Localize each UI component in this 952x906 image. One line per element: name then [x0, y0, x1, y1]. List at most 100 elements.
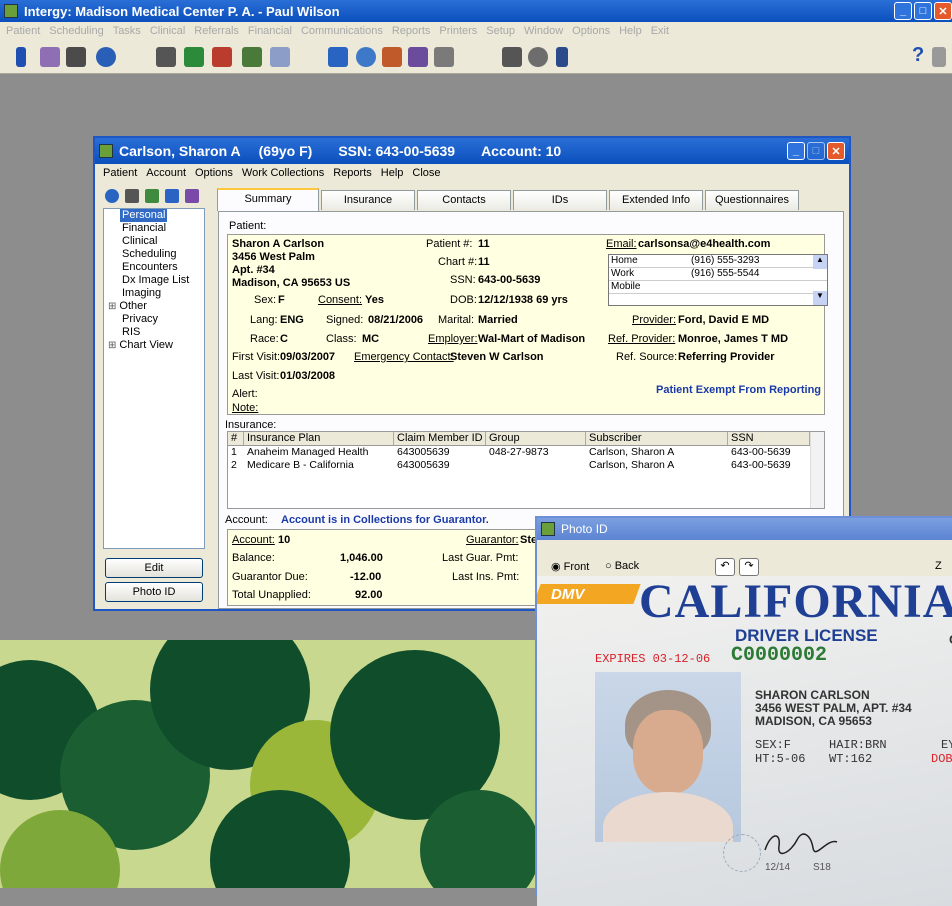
photo-id-button[interactable]: Photo ID [105, 582, 203, 602]
photo-titlebar[interactable]: Photo ID [537, 518, 952, 540]
chart-icon[interactable] [145, 189, 159, 203]
column-header[interactable]: Group [486, 432, 586, 445]
minimize-icon[interactable]: _ [894, 2, 912, 20]
column-header[interactable]: SSN [728, 432, 810, 445]
employer-label[interactable]: Employer: [428, 333, 478, 345]
rotate-right-icon[interactable]: ↷ [739, 558, 759, 576]
note-label[interactable]: Note: [232, 402, 258, 414]
mail-icon[interactable] [270, 47, 290, 67]
tab-summary[interactable]: Summary [217, 188, 319, 211]
email-label[interactable]: Email: [606, 238, 637, 250]
lab-icon[interactable] [165, 189, 179, 203]
menu-clinical[interactable]: Clinical [150, 25, 185, 37]
scroll-down-icon[interactable]: ▼ [813, 291, 827, 305]
menu-printers[interactable]: Printers [439, 25, 477, 37]
tree-item-financial[interactable]: Financial [104, 222, 204, 235]
user-icon[interactable] [556, 47, 568, 67]
tree-item-scheduling[interactable]: Scheduling [104, 248, 204, 261]
minimize-icon[interactable]: _ [787, 142, 805, 160]
table-row[interactable]: 2 Medicare B - California 643005639 Carl… [228, 459, 824, 472]
menu-reports[interactable]: Reports [392, 25, 431, 37]
app-titlebar[interactable]: Intergy: Madison Medical Center P. A. - … [0, 0, 952, 22]
tree-item-clinical[interactable]: Clinical [104, 235, 204, 248]
chart-icon[interactable] [40, 47, 60, 67]
pmenu-options[interactable]: Options [195, 167, 233, 179]
search-icon[interactable] [105, 189, 119, 203]
table-scrollbar[interactable] [810, 432, 824, 508]
tab-ids[interactable]: IDs [513, 190, 607, 210]
tab-insurance[interactable]: Insurance [321, 190, 415, 210]
ledger-icon[interactable] [212, 47, 232, 67]
insurance-table[interactable]: # Insurance Plan Claim Member ID Group S… [227, 431, 825, 509]
patient-titlebar[interactable]: Carlson, Sharon A (69yo F) SSN: 643-00-5… [95, 138, 849, 164]
pmenu-help[interactable]: Help [381, 167, 404, 179]
rx-icon[interactable] [185, 189, 199, 203]
tree-item-privacy[interactable]: Privacy [104, 313, 204, 326]
column-header[interactable]: # [228, 432, 244, 445]
edit-button[interactable]: Edit [105, 558, 203, 578]
tab-extended-info[interactable]: Extended Info [609, 190, 703, 210]
consent-label[interactable]: Consent: [318, 294, 362, 306]
ledger-icon[interactable] [125, 189, 139, 203]
column-header[interactable]: Insurance Plan [244, 432, 394, 445]
license-footer-date: 12/14 [765, 862, 791, 873]
pmenu-close[interactable]: Close [412, 167, 440, 179]
column-header[interactable]: Claim Member ID [394, 432, 486, 445]
front-radio[interactable]: ◉ Front [551, 560, 589, 573]
tab-contacts[interactable]: Contacts [417, 190, 511, 210]
payment-icon[interactable] [184, 47, 204, 67]
menu-exit[interactable]: Exit [651, 25, 669, 37]
menu-referrals[interactable]: Referrals [194, 25, 239, 37]
patient-icon[interactable] [16, 47, 26, 67]
ref-provider-label[interactable]: Ref. Provider: [608, 333, 675, 345]
maximize-icon[interactable]: □ [914, 2, 932, 20]
menu-options[interactable]: Options [572, 25, 610, 37]
tree-item-imaging[interactable]: Imaging [104, 287, 204, 300]
pmenu-account[interactable]: Account [146, 167, 186, 179]
tree-item-dx-image-list[interactable]: Dx Image List [104, 274, 204, 287]
calendar-icon[interactable] [66, 47, 86, 67]
exit-icon[interactable] [932, 47, 946, 67]
lab-icon[interactable] [328, 47, 348, 67]
tab-questionnaires[interactable]: Questionnaires [705, 190, 799, 210]
document-icon[interactable] [434, 47, 454, 67]
help-icon[interactable]: ? [912, 44, 924, 67]
scroll-up-icon[interactable]: ▲ [813, 255, 827, 269]
maximize-icon[interactable]: □ [807, 142, 825, 160]
column-header[interactable]: Subscriber [586, 432, 728, 445]
menu-communications[interactable]: Communications [301, 25, 383, 37]
billing-icon[interactable] [156, 47, 176, 67]
guarantor-label[interactable]: Guarantor: [466, 534, 519, 546]
tree-item-ris[interactable]: RIS [104, 326, 204, 339]
menu-scheduling[interactable]: Scheduling [49, 25, 103, 37]
pmenu-work-collections[interactable]: Work Collections [242, 167, 324, 179]
timer-icon[interactable] [96, 47, 116, 67]
menu-tasks[interactable]: Tasks [113, 25, 141, 37]
tree-item-encounters[interactable]: Encounters [104, 261, 204, 274]
pmenu-reports[interactable]: Reports [333, 167, 372, 179]
virus-icon[interactable] [356, 47, 376, 67]
search-icon[interactable] [528, 47, 548, 67]
close-icon[interactable]: ✕ [934, 2, 952, 20]
close-icon[interactable]: ✕ [827, 142, 845, 160]
back-radio[interactable]: ○ Back [605, 560, 639, 572]
provider-label[interactable]: Provider: [632, 314, 676, 326]
statement-icon[interactable] [242, 47, 262, 67]
tree-item-chart-view[interactable]: Chart View [104, 339, 204, 352]
menu-help[interactable]: Help [619, 25, 642, 37]
menu-window[interactable]: Window [524, 25, 563, 37]
phone-list[interactable]: Home (916) 555-3293 Work (916) 555-5544 Mo… [608, 254, 828, 306]
task-icon[interactable] [502, 47, 522, 67]
pmenu-patient[interactable]: Patient [103, 167, 137, 179]
menu-setup[interactable]: Setup [486, 25, 515, 37]
emergency-contact-label[interactable]: Emergency Contact: [354, 351, 454, 363]
table-row[interactable]: 1 Anaheim Managed Health 643005639 048-2… [228, 446, 824, 459]
menu-financial[interactable]: Financial [248, 25, 292, 37]
rotate-left-icon[interactable]: ↶ [715, 558, 735, 576]
referral-icon[interactable] [408, 47, 428, 67]
tree-item-personal[interactable]: Personal [120, 209, 168, 222]
note-icon[interactable] [382, 47, 402, 67]
menu-patient[interactable]: Patient [6, 25, 40, 37]
tree-item-other[interactable]: Other [104, 300, 204, 313]
account-label[interactable]: Account: [232, 534, 275, 546]
